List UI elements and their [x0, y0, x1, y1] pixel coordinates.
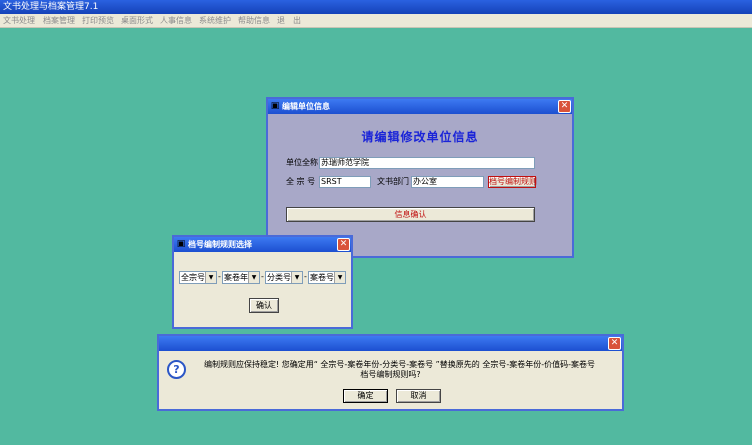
edit-unit-title-bar: ▣ 编辑单位信息 ✕	[268, 99, 572, 114]
confirm-ok-button[interactable]: 确定	[343, 389, 388, 403]
rule-combo-year-value: 案卷年	[224, 273, 248, 282]
chevron-down-icon[interactable]: ▼	[248, 272, 259, 283]
edit-unit-title: 编辑单位信息	[282, 102, 330, 111]
edit-unit-dialog: ▣ 编辑单位信息 ✕ 请编辑修改单位信息 单位全称 苏瑞师范学院 全 宗 号 S…	[266, 97, 574, 258]
window-icon: ▣	[270, 101, 280, 111]
rule-combo-category-value: 分类号	[267, 273, 291, 282]
chevron-down-icon[interactable]: ▼	[334, 272, 345, 283]
confirm-cancel-button[interactable]: 取消	[396, 389, 441, 403]
department-field[interactable]: 办公室	[411, 176, 484, 188]
unit-name-label: 单位全称	[286, 158, 318, 167]
fonds-number-field[interactable]: SRST	[319, 176, 371, 188]
separator: -	[261, 272, 264, 281]
menu-item-archive[interactable]: 档案管理	[43, 14, 75, 28]
separator: -	[218, 272, 221, 281]
close-icon[interactable]: ✕	[337, 238, 350, 251]
department-label: 文书部门	[377, 177, 409, 186]
menu-bar: 文书处理 档案管理 打印预览 桌面形式 人事信息 系统维护 帮助信息 退 出	[0, 14, 752, 28]
rule-combo-year[interactable]: 案卷年 ▼	[222, 271, 260, 284]
confirm-dialog: ✕ ? 编制规则应保持稳定! 您确定用“ 全宗号-案卷年份-分类号-案卷号 ”替…	[157, 334, 624, 411]
menu-item-exit-2[interactable]: 出	[293, 14, 301, 28]
menu-item-desktop[interactable]: 桌面形式	[121, 14, 153, 28]
menu-item-personnel[interactable]: 人事信息	[160, 14, 192, 28]
confirm-message-line2: 档号编制规则吗?	[360, 370, 421, 379]
archive-rule-button[interactable]: 档号编制规则	[488, 176, 537, 188]
chevron-down-icon[interactable]: ▼	[205, 272, 216, 283]
rule-ok-button[interactable]: 确认	[249, 298, 279, 313]
archive-rule-title-bar: ▣ 档号编制规则选择 ✕	[174, 237, 351, 252]
unit-name-field[interactable]: 苏瑞师范学院	[319, 157, 535, 169]
app-title: 文书处理与档案管理7.1	[3, 2, 99, 12]
window-icon: ▣	[176, 239, 186, 249]
close-icon[interactable]: ✕	[558, 100, 571, 113]
rule-combo-fonds[interactable]: 全宗号 ▼	[179, 271, 217, 284]
app-title-bar: 文书处理与档案管理7.1	[0, 0, 752, 14]
archive-rule-dialog: ▣ 档号编制规则选择 ✕ 全宗号 ▼ - 案卷年 ▼ - 分类号 ▼ - 案卷号…	[172, 235, 353, 329]
rule-combo-volume-value: 案卷号	[310, 273, 334, 282]
info-confirm-button[interactable]: 信息确认	[286, 207, 535, 222]
menu-item-print[interactable]: 打印预览	[82, 14, 114, 28]
menu-item-exit[interactable]: 退	[277, 14, 285, 28]
fonds-number-label: 全 宗 号	[286, 177, 316, 186]
separator: -	[304, 272, 307, 281]
menu-item-help[interactable]: 帮助信息	[238, 14, 270, 28]
chevron-down-icon[interactable]: ▼	[291, 272, 302, 283]
confirm-message-line1: 编制规则应保持稳定! 您确定用“ 全宗号-案卷年份-分类号-案卷号 ”替换原先的…	[204, 360, 595, 369]
archive-rule-title: 档号编制规则选择	[188, 240, 252, 249]
rule-combo-fonds-value: 全宗号	[181, 273, 205, 282]
menu-item-document[interactable]: 文书处理	[3, 14, 35, 28]
menu-item-system[interactable]: 系统维护	[199, 14, 231, 28]
rule-combo-category[interactable]: 分类号 ▼	[265, 271, 303, 284]
close-icon[interactable]: ✕	[608, 337, 621, 350]
edit-unit-heading: 请编辑修改单位信息	[361, 130, 479, 144]
rule-combo-volume[interactable]: 案卷号 ▼	[308, 271, 346, 284]
confirm-title-bar: ✕	[159, 336, 622, 351]
